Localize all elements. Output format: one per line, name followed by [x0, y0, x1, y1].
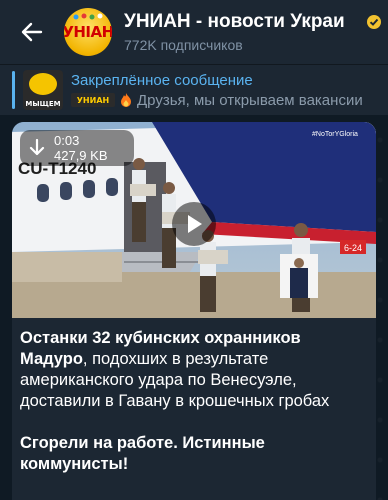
verified-icon: [367, 15, 381, 29]
video-tag-text: #NoTorYGloria: [312, 131, 358, 138]
video-info-chip[interactable]: 0:03 427,9 KB: [20, 130, 134, 166]
message-bold-2: Сгорели на работе. Истинные коммунисты!: [20, 434, 265, 473]
video-duration: 0:03: [54, 133, 80, 148]
channel-title-text: УНИАН - новости Украи: [124, 11, 345, 32]
video-meta: 0:03 427,9 KB: [54, 133, 108, 163]
avatar-decoration: [73, 13, 103, 20]
download-arrow-icon: [29, 139, 45, 156]
chat-header: УНІАН УНИАН - новости Украи 772K подписч…: [0, 0, 388, 64]
message-bubble: 6-24 CU-T1240 #NoTorYGloria 0:03 427,9 K…: [12, 122, 376, 500]
fire-icon: [121, 93, 131, 107]
pinned-preview-line: УНИАН Друзья, мы открываем вакансии: [71, 92, 388, 109]
play-button[interactable]: [172, 202, 216, 246]
message-paragraph-1: Останки 32 кубинских охранников Мадуро, …: [20, 328, 370, 412]
download-button[interactable]: [20, 139, 54, 157]
runway-sign-text: 6-24: [344, 243, 362, 253]
pinned-indicator: [12, 71, 15, 109]
play-icon: [188, 215, 202, 233]
pinned-label: Закреплённое сообщение: [71, 71, 253, 89]
pinned-thumb-text: МЫЩЕМ: [25, 100, 61, 108]
pinned-mini-logo: УНИАН: [71, 93, 115, 107]
avatar-logo: УНІАН: [64, 23, 112, 41]
message-paragraph-2: Сгорели на работе. Истинные коммунисты!: [20, 433, 370, 475]
message-text: Останки 32 кубинских охранников Мадуро, …: [20, 328, 370, 496]
pinned-preview-text: Друзья, мы открываем вакансии: [137, 91, 363, 109]
pinned-content: Закреплённое сообщение УНИАН Друзья, мы …: [71, 72, 388, 109]
pinned-thumbnail: МЫЩЕМ: [23, 70, 63, 110]
channel-title: УНИАН - новости Украи: [124, 11, 388, 33]
back-button[interactable]: [0, 0, 64, 64]
channel-info[interactable]: УНИАН - новости Украи 772K подписчиков: [124, 11, 388, 53]
arrow-left-icon: [21, 22, 43, 42]
channel-avatar[interactable]: УНІАН: [64, 8, 112, 56]
subscriber-count: 772K подписчиков: [124, 37, 243, 53]
pinned-message-bar[interactable]: МЫЩЕМ Закреплённое сообщение УНИАН Друзь…: [0, 64, 388, 115]
video-thumbnail[interactable]: 6-24 CU-T1240 #NoTorYGloria 0:03 427,9 K…: [12, 122, 376, 318]
video-size: 427,9 KB: [54, 148, 108, 163]
